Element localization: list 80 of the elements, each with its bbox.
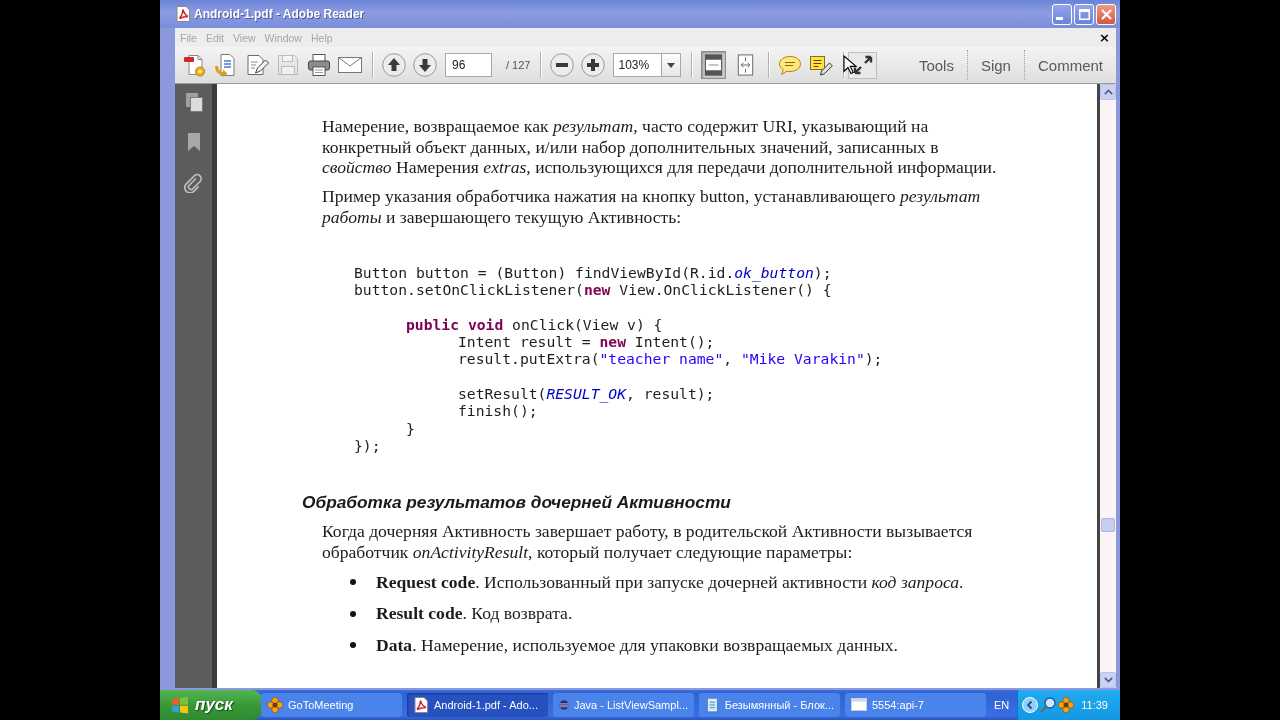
close-button[interactable] (1096, 3, 1116, 25)
fit-page-button[interactable] (701, 51, 727, 79)
minimize-button[interactable] (1052, 3, 1072, 25)
minimize-icon (1056, 16, 1063, 20)
taskbar-button[interactable]: Безымянный - Блок... (699, 693, 840, 717)
circled-plus-icon[interactable] (581, 53, 606, 77)
speech-bubble-icon[interactable] (778, 53, 803, 77)
expand-button[interactable] (848, 51, 878, 79)
chevron-left-icon[interactable] (1022, 697, 1039, 713)
code-line: result.putExtra("teacher name", "Mike Varakin"); (458, 350, 883, 368)
mouse-pointer-icon (843, 55, 857, 75)
clock: 11:39 (1081, 699, 1108, 711)
taskbar-button[interactable]: 5554:api-7 (845, 693, 986, 717)
code-line: } (406, 419, 415, 437)
comment-button[interactable]: Comment (1023, 50, 1116, 80)
document-badge-icon[interactable] (183, 53, 207, 77)
flower-icon[interactable] (1058, 697, 1075, 713)
menu-item[interactable]: Help (310, 31, 333, 44)
circled-minus-icon[interactable] (550, 53, 575, 77)
document-pen-icon[interactable] (245, 53, 269, 77)
window-title: Android-1.pdf - Adobe Reader (194, 7, 365, 21)
zoom-field[interactable]: 103% (613, 53, 662, 77)
document-arrow-icon[interactable] (214, 53, 238, 77)
taskbar-button[interactable]: Android-1.pdf - Ado... (407, 693, 548, 717)
code-line: public void onClick(View v) { (406, 315, 663, 334)
menu-item[interactable]: File (180, 31, 197, 44)
menu-item[interactable]: View (233, 31, 256, 44)
paperclip-icon[interactable] (184, 172, 203, 193)
pages-icon[interactable] (184, 93, 203, 112)
bullet-icon (350, 579, 356, 585)
code-line: finish(); (458, 402, 538, 420)
maximize-icon (1078, 8, 1090, 20)
list-item-text: Result code. Код возврата. (376, 603, 573, 624)
code-line: }); (354, 436, 381, 455)
paragraph: Намерение, возвращаемое как результат, часто содержит URI, указывающий на конкретный объект данных, и/или набор дополнительных значений, записанных в свойство Намерения extras, использующихся для передачи дополнительной информации. (322, 116, 997, 178)
taskbar-button[interactable]: GoToMeeting (261, 693, 402, 717)
flag-icon (172, 696, 188, 714)
menu-item[interactable]: Window (264, 31, 302, 44)
window-icon (851, 697, 867, 713)
code-line: Button button = (Button) findViewById(R.id.ok_button); (354, 264, 832, 282)
document-icon (176, 6, 190, 22)
flower-icon (267, 697, 283, 713)
print-icon[interactable] (307, 53, 331, 77)
scroll-up-button[interactable] (1100, 84, 1116, 100)
scroll-down-button[interactable] (1100, 672, 1116, 688)
striped-sphere-icon (559, 697, 569, 713)
language-indicator[interactable]: EN (994, 699, 1010, 711)
circled-arrow-up-icon[interactable] (382, 53, 406, 77)
code-line: setResult(RESULT_OK, result); (458, 385, 715, 403)
bullet-icon (350, 642, 356, 648)
maximize-button[interactable] (1074, 3, 1094, 25)
taskbar-button[interactable]: Java - ListViewSampl... (553, 693, 694, 717)
page-number-field[interactable]: 96 (445, 53, 492, 77)
code-line: button.setOnClickListener(new View.OnClickListener() { (354, 281, 832, 299)
section-heading: Обработка результатов дочерней Активности (302, 491, 731, 514)
paragraph: Когда дочерняя Активность завершает работу, в родительской Активности вызывается обработчик onActivityResult, который получает следующие параметры: (322, 521, 973, 563)
list-item-text: Request code. Использованный при запуске дочерней активности код запроса. (376, 571, 964, 593)
chevron-up-icon (1103, 89, 1113, 95)
circled-arrow-down-icon[interactable] (413, 53, 437, 77)
caret-down-icon (667, 62, 676, 68)
note-pen-icon[interactable] (809, 53, 834, 77)
scrollbar-thumb[interactable] (1101, 518, 1115, 532)
close-icon (1100, 8, 1112, 20)
start-button[interactable]: пуск (160, 690, 263, 720)
close-document-button[interactable]: × (1099, 31, 1110, 44)
bullet-icon (350, 610, 356, 617)
bookmark-icon[interactable] (185, 133, 202, 151)
tools-button[interactable]: Tools (905, 50, 967, 80)
menu-item[interactable]: Edit (205, 31, 224, 44)
sign-button[interactable]: Sign (966, 50, 1024, 80)
notepad-icon (705, 697, 720, 713)
zoom-dropdown-button[interactable] (661, 53, 682, 77)
paragraph: Пример указания обработчика нажатия на кнопку button, устанавливающего результат работы и завершающего текущую Активность: (322, 186, 981, 227)
document-icon (413, 697, 429, 713)
vertical-scrollbar[interactable] (1100, 84, 1116, 688)
search-icon[interactable] (1040, 697, 1057, 713)
chevron-down-icon (1103, 677, 1113, 683)
page-count: / 127 (506, 59, 531, 71)
list-item-text: Data. Намерение, используемое для упаковки возвращаемых данных. (376, 634, 898, 656)
code-line: Intent result = new Intent(); (458, 333, 715, 351)
